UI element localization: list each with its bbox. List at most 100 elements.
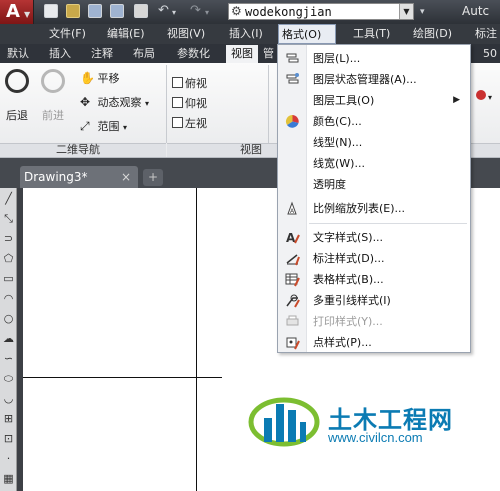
left-view-button[interactable]: 左视	[172, 115, 226, 132]
top-view-cube-icon	[172, 77, 183, 88]
menu-item-label: 比例缩放列表(E)...	[313, 202, 406, 215]
ellipse-arc-icon[interactable]: ◡	[2, 392, 15, 405]
document-tab[interactable]: Drawing3* ×	[20, 166, 138, 188]
menu-dimension[interactable]: 标注	[472, 24, 500, 44]
spline-icon[interactable]: ∽	[2, 352, 15, 365]
tab-view[interactable]: 视图	[226, 45, 258, 63]
chevron-down-icon: ▼	[24, 10, 31, 19]
menu-item-label: 图层工具(O)	[313, 94, 375, 107]
menu-item-color[interactable]: 颜色(C)...	[278, 111, 470, 132]
hatch-icon[interactable]: ▦	[2, 472, 15, 485]
svg-text:A: A	[286, 231, 296, 245]
menu-tools[interactable]: 工具(T)	[350, 24, 393, 44]
orbit-label: 动态观察	[97, 96, 142, 109]
back-button[interactable]: 后退	[0, 69, 34, 123]
document-tab-title: Drawing3*	[24, 170, 88, 184]
plot-style-icon	[286, 315, 299, 326]
revcloud-icon[interactable]: ☁	[2, 332, 15, 345]
top-view-button[interactable]: 俯视	[172, 75, 226, 92]
undo-dropdown-icon[interactable]: ▾	[172, 8, 176, 17]
polyline-icon[interactable]: ⊃	[2, 232, 15, 245]
site-watermark: 土木工程网 www.civilcn.com	[248, 388, 488, 452]
menu-separator	[309, 223, 467, 224]
new-file-icon[interactable]	[44, 4, 58, 18]
print-icon[interactable]	[134, 4, 148, 18]
insert-block-icon[interactable]: ⊞	[2, 412, 15, 425]
menu-item-layer[interactable]: 图层(L)...	[278, 48, 470, 69]
open-folder-icon[interactable]	[66, 4, 80, 18]
dim-style-icon	[286, 254, 300, 266]
layer-icon	[286, 53, 299, 63]
pan-button[interactable]: ✋ 平移	[80, 69, 120, 87]
undo-icon[interactable]: ↶	[158, 3, 169, 18]
menu-format[interactable]: 格式(O)	[278, 24, 336, 44]
visual-style-icon[interactable]: ▾	[470, 90, 500, 106]
menu-item-transparency[interactable]: 透明度	[278, 174, 470, 195]
menu-view[interactable]: 视图(V)	[164, 24, 208, 44]
bottom-view-cube-icon	[172, 97, 183, 108]
format-menu-dropdown: 图层(L)... 图层状态管理器(A)... 图层工具(O) ▶ 颜色(C)..…	[277, 44, 471, 353]
line-icon[interactable]: ╱	[2, 192, 15, 205]
menu-file[interactable]: 文件(F)	[46, 24, 89, 44]
extents-button[interactable]: ⤢ 范围 ▾	[80, 117, 127, 135]
submenu-arrow-icon: ▶	[453, 95, 460, 105]
save-icon[interactable]	[88, 4, 102, 18]
panel-divider	[166, 65, 167, 143]
tab-home[interactable]: 默认	[2, 45, 34, 63]
save-as-icon[interactable]	[110, 4, 124, 18]
civilcn-logo-icon	[248, 397, 320, 447]
menu-item-point-style[interactable]: 点样式(P)...	[278, 332, 470, 353]
menu-item-lineweight[interactable]: 线宽(W)...	[278, 153, 470, 174]
tab-layout[interactable]: 布局	[128, 45, 160, 63]
workspace-select[interactable]: ⚙ wodekongjian ▼	[228, 3, 414, 20]
menu-item-mleader-style[interactable]: 多重引线样式(I)	[278, 290, 470, 311]
arc-icon[interactable]: ◠	[2, 292, 15, 305]
tab-parametric[interactable]: 参数化	[172, 45, 215, 63]
menu-item-layer-tools[interactable]: 图层工具(O) ▶	[278, 90, 470, 111]
menu-item-label: 点样式(P)...	[313, 336, 372, 349]
menu-item-scale-list[interactable]: A 比例缩放列表(E)...	[278, 198, 470, 219]
menu-insert[interactable]: 插入(I)	[226, 24, 266, 44]
menu-draw[interactable]: 绘图(D)	[410, 24, 455, 44]
chevron-down-icon[interactable]: ▼	[399, 4, 413, 19]
bottom-view-button[interactable]: 仰视	[172, 95, 226, 112]
layer-state-icon	[286, 73, 299, 84]
circle-icon[interactable]: ○	[2, 312, 15, 325]
close-icon[interactable]: ×	[121, 166, 131, 188]
tab-insert[interactable]: 插入	[44, 45, 76, 63]
redo-dropdown-icon[interactable]: ▾	[205, 8, 209, 17]
crosshair-horizontal	[23, 377, 222, 378]
forward-button[interactable]: 前进	[36, 69, 70, 123]
app-title: Autc	[462, 4, 490, 18]
color-wheel-icon	[285, 114, 299, 128]
workspace-value: wodekongjian	[245, 5, 332, 19]
back-label: 后退	[6, 109, 28, 122]
scale-list-icon: A	[287, 201, 297, 215]
menu-item-label: 表格样式(B)...	[313, 273, 384, 286]
tab-manage[interactable]: 管	[258, 45, 279, 63]
point-icon[interactable]: ·	[2, 452, 15, 465]
menu-edit[interactable]: 编辑(E)	[104, 24, 148, 44]
zoom-extents-icon: ⤢	[80, 119, 90, 133]
menu-item-table-style[interactable]: 表格样式(B)...	[278, 269, 470, 290]
orbit-icon: ✥	[80, 95, 91, 109]
tab-annotate[interactable]: 注释	[86, 45, 118, 63]
tab-partial[interactable]: 50	[478, 45, 500, 63]
table-style-icon	[285, 273, 300, 287]
customize-toolbar-icon[interactable]: ▾	[420, 7, 425, 17]
menu-item-linetype[interactable]: 线型(N)...	[278, 132, 470, 153]
menu-item-dim-style[interactable]: 标注样式(D)...	[278, 248, 470, 269]
new-tab-button[interactable]: +	[143, 169, 163, 186]
redo-icon[interactable]: ↷	[190, 3, 201, 18]
construction-line-icon[interactable]: ⤡	[2, 212, 15, 225]
orbit-button[interactable]: ✥ 动态观察 ▾	[80, 93, 149, 111]
rectangle-icon[interactable]: ▭	[2, 272, 15, 285]
polygon-icon[interactable]: ⬠	[2, 252, 15, 265]
make-block-icon[interactable]: ⊡	[2, 432, 15, 445]
menu-item-layer-state-manager[interactable]: 图层状态管理器(A)...	[278, 69, 470, 90]
nav-panel-title: 二维导航	[56, 143, 100, 156]
ellipse-icon[interactable]: ⬭	[2, 372, 15, 385]
menu-item-text-style[interactable]: A 文字样式(S)...	[278, 227, 470, 248]
application-menu-button[interactable]: A ▼	[0, 0, 34, 24]
menu-item-label: 线宽(W)...	[313, 157, 365, 170]
